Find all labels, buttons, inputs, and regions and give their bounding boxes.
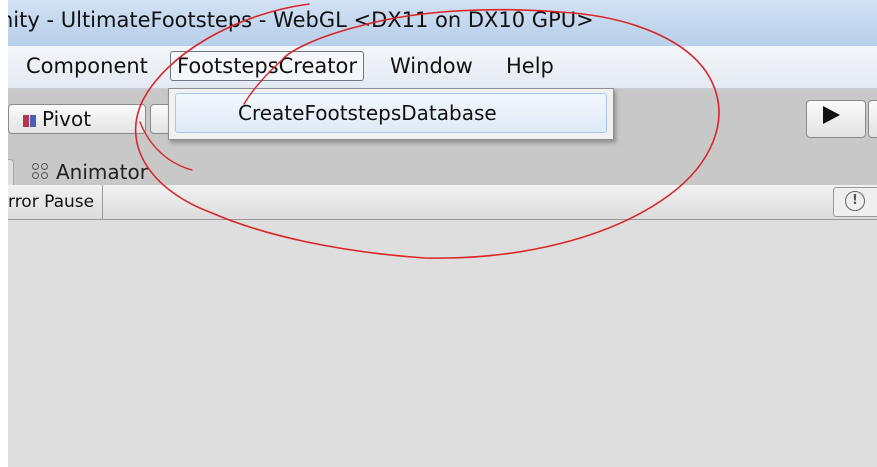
play-button[interactable] [806,100,866,138]
menu-component[interactable]: Component [20,51,154,81]
pause-button[interactable] [868,100,877,138]
animator-icon [32,163,50,181]
pivot-icon [23,114,36,127]
tab-row: Animator [0,149,877,186]
menu-footsteps-creator[interactable]: FootstepsCreator [170,51,364,81]
menu-window[interactable]: Window [384,51,479,81]
menu-help[interactable]: Help [500,51,560,81]
play-icon [823,106,840,124]
menu-bar: Component FootstepsCreator Window Help [0,46,877,89]
pivot-toggle-button[interactable]: Pivot [8,104,146,134]
footsteps-creator-dropdown: CreateFootstepsDatabase [168,88,614,140]
tab-animator-label: Animator [56,160,148,184]
warnings-toggle-button[interactable]: ! [833,187,877,217]
console-content-area [0,221,877,467]
warning-icon: ! [845,191,865,211]
tab-animator[interactable]: Animator [32,159,212,186]
pivot-label: Pivot [42,107,92,131]
console-toolbar: rror Pause ! [0,185,877,220]
error-pause-button[interactable]: rror Pause [8,185,104,219]
menu-item-create-footsteps-database[interactable]: CreateFootstepsDatabase [175,93,607,133]
window-left-edge [0,0,8,467]
title-bar: nity - UltimateFootsteps - WebGL <DX11 o… [0,0,877,46]
window-title: nity - UltimateFootsteps - WebGL <DX11 o… [0,8,594,32]
